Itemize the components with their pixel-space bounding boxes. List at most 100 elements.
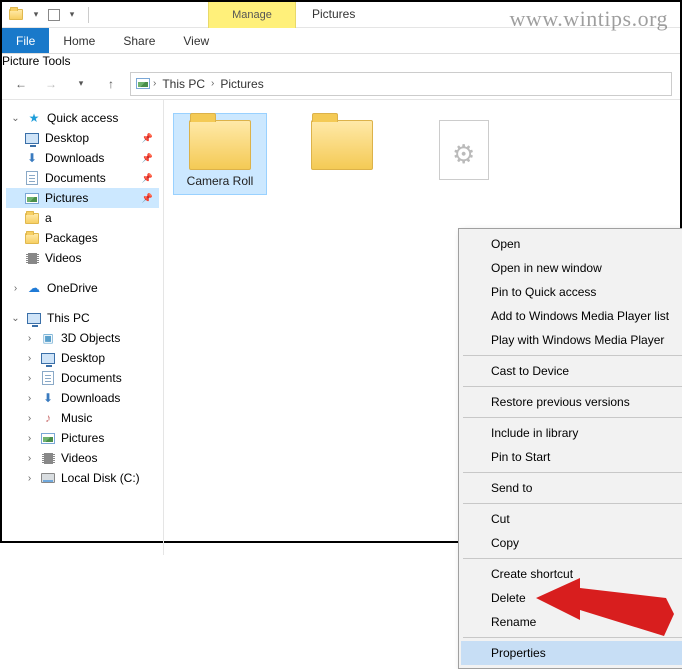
file-label: Camera Roll	[187, 174, 254, 188]
twisty-icon[interactable]: ›	[24, 353, 35, 364]
tree-label: Quick access	[47, 111, 118, 125]
sidebar-item-downloads[interactable]: ⬇Downloads📌	[6, 148, 159, 168]
content-pane[interactable]: Camera Roll⚙ OpenOpen in new windowPin t…	[164, 100, 680, 555]
context-menu-rename[interactable]: Rename	[461, 610, 682, 634]
file-item[interactable]: Camera Roll	[174, 114, 266, 194]
context-menu-cast-to-device[interactable]: Cast to Device	[461, 359, 682, 383]
desktop-icon	[40, 350, 56, 366]
tab-picture-tools[interactable]: Picture Tools	[2, 54, 680, 68]
sidebar-item-a[interactable]: a	[6, 208, 159, 228]
twisty-icon[interactable]: ›	[10, 283, 21, 294]
checkbox-icon[interactable]	[48, 9, 60, 21]
breadcrumb-root[interactable]: This PC	[158, 73, 209, 95]
twisty-icon[interactable]: ›	[24, 453, 35, 464]
tree-this-pc[interactable]: ⌄ This PC	[6, 308, 159, 328]
sidebar-item-documents[interactable]: Documents📌	[6, 168, 159, 188]
tree-quick-access[interactable]: ⌄ ★ Quick access	[6, 108, 159, 128]
twisty-icon[interactable]: ›	[24, 433, 35, 444]
pictures-icon	[135, 76, 151, 92]
context-menu-separator	[463, 386, 682, 387]
tree-label: Videos	[45, 251, 81, 265]
context-menu-open-in-new-window[interactable]: Open in new window	[461, 256, 682, 280]
ribbon-tabs: File Home Share View	[2, 28, 680, 54]
folder-icon	[189, 120, 251, 170]
context-menu-include-in-library[interactable]: Include in library	[461, 421, 682, 445]
tab-view[interactable]: View	[169, 28, 223, 53]
file-item[interactable]: ⚙	[418, 114, 510, 190]
context-menu-pin-to-quick-access[interactable]: Pin to Quick access	[461, 280, 682, 304]
sidebar-item-pictures[interactable]: Pictures 📌	[6, 188, 159, 208]
folder-icon	[24, 210, 40, 226]
tab-share[interactable]: Share	[109, 28, 169, 53]
sidebar-item-videos[interactable]: Videos	[6, 248, 159, 268]
twisty-icon[interactable]: ›	[24, 373, 35, 384]
sidebar-item-packages[interactable]: Packages	[6, 228, 159, 248]
up-button[interactable]: ↑	[100, 73, 122, 95]
breadcrumb-current[interactable]: Pictures	[216, 73, 267, 95]
sidebar-item-pictures[interactable]: ›Pictures	[6, 428, 159, 448]
context-menu-send-to[interactable]: Send to	[461, 476, 682, 500]
pin-icon: 📌	[142, 193, 153, 204]
chevron-right-icon[interactable]: ›	[153, 78, 156, 89]
context-menu-copy[interactable]: Copy	[461, 531, 682, 555]
sidebar-item-desktop[interactable]: ›Desktop	[6, 348, 159, 368]
sidebar-item-downloads[interactable]: ›⬇Downloads	[6, 388, 159, 408]
twisty-icon[interactable]: ›	[24, 333, 35, 344]
twisty-icon[interactable]: ›	[24, 413, 35, 424]
tab-home[interactable]: Home	[49, 28, 109, 53]
twisty-icon[interactable]: ⌄	[10, 113, 21, 124]
tree-group-onedrive: › ☁ OneDrive	[6, 278, 159, 298]
sidebar-item-local-disk-c-[interactable]: ›Local Disk (C:)	[6, 468, 159, 488]
twisty-icon[interactable]: ›	[24, 473, 35, 484]
tree-onedrive[interactable]: › ☁ OneDrive	[6, 278, 159, 298]
file-icon: ⚙	[439, 120, 489, 180]
sidebar-item-desktop[interactable]: Desktop 📌	[6, 128, 159, 148]
address-bar[interactable]: › This PC › Pictures	[130, 72, 672, 96]
back-button[interactable]: ←	[10, 73, 32, 95]
tree-label: Desktop	[45, 131, 89, 145]
sidebar-item-3d-objects[interactable]: ›▣3D Objects	[6, 328, 159, 348]
monitor-icon	[26, 310, 42, 326]
tree-label: Pictures	[45, 191, 88, 205]
file-item[interactable]	[296, 114, 388, 180]
context-menu-delete[interactable]: Delete	[461, 586, 682, 610]
music-icon: ♪	[40, 410, 56, 426]
folder-icon	[24, 230, 40, 246]
caret-down-icon[interactable]: ▾	[28, 7, 44, 23]
sidebar-item-videos[interactable]: ›Videos	[6, 448, 159, 468]
tree-label: OneDrive	[47, 281, 98, 295]
tab-file[interactable]: File	[2, 28, 49, 53]
context-menu-open[interactable]: Open	[461, 232, 682, 256]
tree-group-quick-access: ⌄ ★ Quick access Desktop📌⬇Downloads📌Docu…	[6, 108, 159, 268]
doc-icon	[24, 170, 40, 186]
doc-icon	[40, 370, 56, 386]
context-menu-create-shortcut[interactable]: Create shortcut	[461, 562, 682, 586]
download-icon: ⬇	[24, 150, 40, 166]
twisty-icon[interactable]: ⌄	[10, 313, 21, 324]
nav-bar: ← → ▾ ↑ › This PC › Pictures	[2, 68, 680, 100]
contextual-tab-label: Manage	[232, 9, 272, 21]
context-menu-play-with-windows-media-player[interactable]: Play with Windows Media Player	[461, 328, 682, 352]
pin-icon: 📌	[142, 133, 153, 144]
caret-overflow-icon[interactable]: ▾	[64, 7, 80, 23]
quick-access-toolbar: ▾ ▾	[2, 7, 93, 23]
pin-icon: 📌	[142, 153, 153, 164]
folder-icon	[8, 7, 24, 23]
context-menu-separator	[463, 558, 682, 559]
context-menu-properties[interactable]: Properties	[461, 641, 682, 665]
context-menu: OpenOpen in new windowPin to Quick acces…	[458, 228, 682, 669]
sidebar-item-music[interactable]: ›♪Music	[6, 408, 159, 428]
separator	[88, 7, 89, 23]
recent-dropdown[interactable]: ▾	[70, 73, 92, 95]
sidebar-item-documents[interactable]: ›Documents	[6, 368, 159, 388]
context-menu-pin-to-start[interactable]: Pin to Start	[461, 445, 682, 469]
context-menu-cut[interactable]: Cut	[461, 507, 682, 531]
forward-button[interactable]: →	[40, 73, 62, 95]
chevron-right-icon[interactable]: ›	[211, 78, 214, 89]
context-menu-add-to-windows-media-player-list[interactable]: Add to Windows Media Player list	[461, 304, 682, 328]
twisty-icon[interactable]: ›	[24, 393, 35, 404]
contextual-tab-header: Manage	[208, 2, 296, 28]
main-split: ⌄ ★ Quick access Desktop📌⬇Downloads📌Docu…	[2, 100, 680, 555]
title-bar: ▾ ▾ Manage Pictures www.wintips.org	[2, 2, 680, 28]
context-menu-restore-previous-versions[interactable]: Restore previous versions	[461, 390, 682, 414]
